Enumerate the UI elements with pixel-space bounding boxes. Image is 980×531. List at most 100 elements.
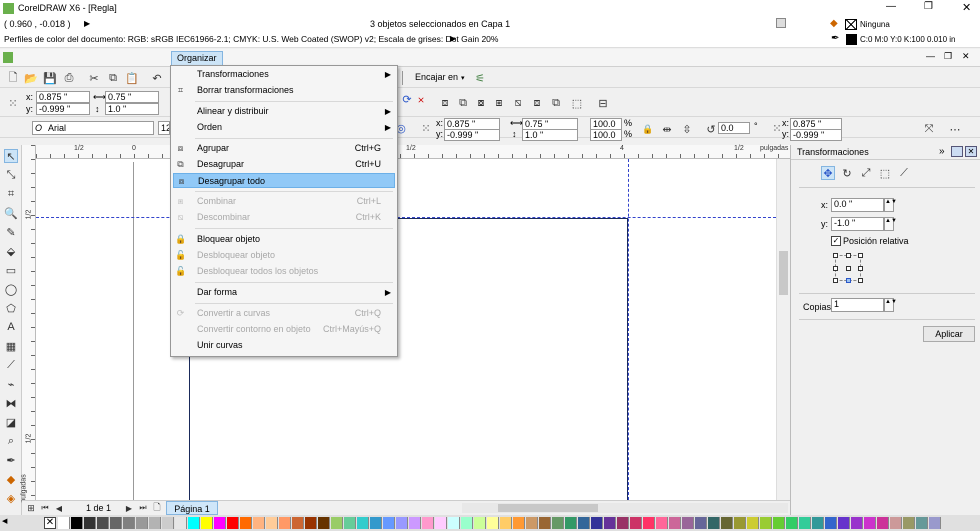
zoom-tool-icon[interactable]: 🔍 (4, 206, 18, 220)
color-swatch[interactable] (201, 517, 213, 529)
combine-icon[interactable]: ⧆ (492, 96, 506, 110)
trim-icon[interactable]: ⧈ (530, 96, 544, 110)
docker-minimize-button[interactable] (951, 146, 963, 157)
color-swatch[interactable] (188, 517, 200, 529)
color-swatch[interactable] (461, 517, 473, 529)
color-swatch[interactable] (357, 517, 369, 529)
no-color-swatch[interactable]: ✕ (44, 517, 56, 529)
size-mode-icon[interactable]: ⬚ (878, 166, 892, 180)
doc-close-button[interactable]: ✕ (962, 51, 970, 62)
color-swatch[interactable] (513, 517, 525, 529)
color-swatch[interactable] (383, 517, 395, 529)
docker-x-spinner[interactable]: ▲▼ (884, 198, 897, 212)
color-swatch[interactable] (539, 517, 551, 529)
zoom-level-field[interactable] (398, 71, 403, 85)
mirror-v-icon[interactable]: ⇳ (680, 122, 694, 136)
vertical-scrollbar[interactable] (776, 159, 790, 500)
color-swatch[interactable] (435, 517, 447, 529)
apply-button[interactable]: Aplicar (923, 326, 975, 342)
prev-page-icon[interactable]: ◀ (52, 501, 66, 515)
menu-item-convertir-curvas[interactable]: ⟳ Convertir a curvas Ctrl+Q (173, 306, 395, 321)
color-swatch[interactable] (58, 517, 70, 529)
color-swatch[interactable] (643, 517, 655, 529)
profiles-arrow-icon[interactable]: ▶ (450, 34, 456, 43)
relative-position-checkbox[interactable]: ✓ (831, 236, 841, 246)
color-swatch[interactable] (292, 517, 304, 529)
first-page-icon[interactable]: ⏮ (38, 501, 52, 515)
remove-transform-icon[interactable]: ⤧ (922, 122, 936, 136)
snap-to-dropdown[interactable]: Encajar en ▾ (410, 70, 468, 85)
y3-field[interactable]: -0.999 " (790, 129, 842, 141)
ungroup-objects-icon[interactable]: ⧉ (456, 96, 470, 110)
pick-tool-icon[interactable]: ↖ (4, 149, 18, 163)
text-tool-icon[interactable]: A (4, 320, 18, 334)
color-swatch[interactable] (175, 517, 187, 529)
color-swatch[interactable] (695, 517, 707, 529)
anchor-point-grid[interactable] (833, 253, 863, 283)
copies-field[interactable]: 1 (831, 298, 884, 312)
status-settings-icon[interactable] (776, 18, 786, 28)
color-swatch[interactable] (903, 517, 915, 529)
color-swatch[interactable] (617, 517, 629, 529)
weld-icon[interactable]: ⧅ (511, 96, 525, 110)
save-icon[interactable]: 💾 (43, 71, 57, 85)
simplify-icon[interactable]: ⬚ (570, 96, 584, 110)
color-swatch[interactable] (84, 517, 96, 529)
color-swatch[interactable] (916, 517, 928, 529)
color-profiles-text[interactable]: Perfiles de color del documento: RGB: sR… (4, 34, 498, 44)
menu-item-bloquear[interactable]: 🔒 Bloquear objeto (173, 232, 395, 247)
color-swatch[interactable] (279, 517, 291, 529)
color-swatch[interactable] (890, 517, 902, 529)
scale-mode-icon[interactable]: ⤢ (859, 166, 873, 180)
docker-x-field[interactable]: 0.0 " (831, 198, 884, 212)
vertical-ruler[interactable]: 1/2 1/2 pulgadas (21, 145, 36, 503)
position-mode-icon[interactable]: ✥ (821, 166, 835, 180)
color-swatch[interactable] (877, 517, 889, 529)
minimize-button[interactable]: — (886, 1, 896, 12)
fill-tool-icon[interactable]: ◆ (4, 472, 18, 486)
horizontal-ruler[interactable]: 1/2 0 1/2 4 1/2 pulgadas (36, 145, 790, 159)
color-swatch[interactable] (266, 517, 278, 529)
y-position-field[interactable]: -0.999 " (36, 103, 90, 115)
menu-item-alinear[interactable]: Alinear y distribuir ▶ (173, 104, 395, 119)
rectangle-tool-icon[interactable]: ▭ (4, 263, 18, 277)
add-page-icon[interactable]: 🗋 (150, 501, 164, 515)
ellipse-tool-icon[interactable]: ◯ (4, 282, 18, 296)
color-swatch[interactable] (396, 517, 408, 529)
group-objects-icon[interactable]: ⧈ (438, 96, 452, 110)
menu-item-unir-curvas[interactable]: Unir curvas (173, 338, 395, 353)
x-position-field[interactable]: 0.875 " (36, 91, 90, 103)
connector-tool-icon[interactable]: ⌁ (4, 377, 18, 391)
interactive-fill-tool-icon[interactable]: ◈ (4, 491, 18, 505)
color-swatch[interactable] (565, 517, 577, 529)
rotate-icon[interactable]: ⟳ (400, 92, 414, 106)
outline-pen-tool-icon[interactable]: ✒ (4, 453, 18, 467)
skew-mode-icon[interactable]: ⟋ (897, 166, 911, 180)
shape-tool-icon[interactable]: ⤡ (4, 168, 18, 182)
y2-field[interactable]: -0.999 " (444, 129, 500, 141)
color-swatch[interactable] (97, 517, 109, 529)
color-swatch[interactable] (162, 517, 174, 529)
color-swatch[interactable] (409, 517, 421, 529)
freehand-tool-icon[interactable]: ✎ (4, 225, 18, 239)
color-swatch[interactable] (799, 517, 811, 529)
menu-organizar[interactable]: Organizar (171, 51, 223, 66)
h2-field[interactable]: 1.0 " (522, 129, 578, 141)
palette-scroll-left-icon[interactable]: ◀ (2, 517, 7, 525)
color-swatch[interactable] (773, 517, 785, 529)
intersect-icon[interactable]: ⧉ (549, 96, 563, 110)
color-swatch[interactable] (669, 517, 681, 529)
paste-icon[interactable]: 📋 (125, 71, 139, 85)
color-swatch[interactable] (734, 517, 746, 529)
color-swatch[interactable] (656, 517, 668, 529)
color-swatch[interactable] (812, 517, 824, 529)
polygon-tool-icon[interactable]: ⬠ (4, 301, 18, 315)
menu-item-desbloquear-todos[interactable]: 🔓 Desbloquear todos los objetos (173, 264, 395, 279)
color-swatch[interactable] (630, 517, 642, 529)
menu-item-desagrupar[interactable]: ⧉ Desagrupar Ctrl+U (173, 157, 395, 172)
scale-height-field[interactable]: 100.0 (590, 129, 622, 141)
menu-item-convertir-contorno[interactable]: Convertir contorno en objeto Ctrl+Mayús+Q (173, 322, 395, 337)
copy-icon[interactable]: ⧉ (106, 71, 120, 85)
color-swatch[interactable] (305, 517, 317, 529)
menu-item-borrar-transformaciones[interactable]: ⌗ Borrar transformaciones (173, 83, 395, 98)
